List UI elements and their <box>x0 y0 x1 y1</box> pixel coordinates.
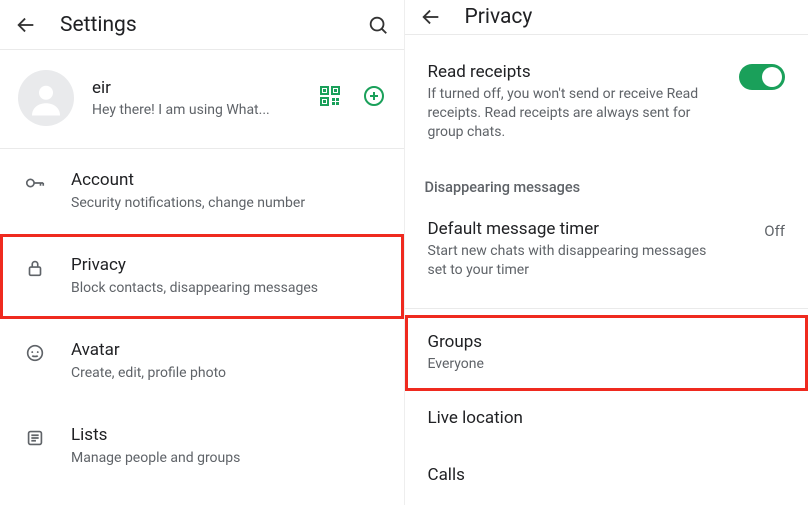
search-icon[interactable] <box>364 11 392 39</box>
privacy-title: Privacy <box>465 5 533 29</box>
profile-row[interactable]: eir Hey there! I am using What... <box>0 50 404 149</box>
profile-actions <box>318 84 386 112</box>
row-subtitle: Manage people and groups <box>71 449 240 468</box>
lock-icon <box>21 255 49 279</box>
privacy-appbar: Privacy <box>405 0 808 35</box>
back-icon[interactable] <box>417 3 445 31</box>
row-title: Account <box>71 170 305 190</box>
row-subtitle: Everyone <box>428 355 728 374</box>
settings-item-account[interactable]: Account Security notifications, change n… <box>0 149 404 234</box>
settings-item-avatar[interactable]: Avatar Create, edit, profile photo <box>0 319 404 404</box>
settings-appbar: Settings <box>0 0 404 50</box>
row-subtitle: Security notifications, change number <box>71 194 305 213</box>
back-icon[interactable] <box>12 11 40 39</box>
read-receipts-toggle[interactable] <box>739 64 785 90</box>
privacy-groups[interactable]: Groups Everyone <box>405 315 808 391</box>
privacy-live-location[interactable]: Live location <box>405 391 808 448</box>
privacy-pane: Privacy Read receipts If turned off, you… <box>405 0 808 505</box>
divider <box>405 308 808 309</box>
row-title: Groups <box>428 332 786 352</box>
row-title: Calls <box>428 465 786 485</box>
key-icon <box>21 170 49 194</box>
privacy-default-timer[interactable]: Default message timer Start new chats wi… <box>405 202 808 297</box>
qr-icon[interactable] <box>318 84 342 112</box>
settings-title: Settings <box>60 13 137 37</box>
row-title: Privacy <box>71 255 318 275</box>
settings-item-lists[interactable]: Lists Manage people and groups <box>0 404 404 489</box>
add-icon[interactable] <box>362 84 386 112</box>
default-timer-value: Off <box>764 219 785 240</box>
profile-text: eir Hey there! I am using What... <box>92 78 270 118</box>
profile-name: eir <box>92 78 270 98</box>
settings-pane: Settings eir Hey there! I am using What.… <box>0 0 405 505</box>
privacy-calls[interactable]: Calls <box>405 448 808 505</box>
row-subtitle: Block contacts, disappearing messages <box>71 279 318 298</box>
face-icon <box>21 340 49 364</box>
row-subtitle: Start new chats with disappearing messag… <box>428 242 728 280</box>
row-title: Live location <box>428 408 786 428</box>
row-title: Read receipts <box>428 62 724 82</box>
settings-item-privacy[interactable]: Privacy Block contacts, disappearing mes… <box>0 234 404 319</box>
row-title: Lists <box>71 425 240 445</box>
avatar <box>18 70 74 126</box>
privacy-read-receipts[interactable]: Read receipts If turned off, you won't s… <box>405 35 808 159</box>
row-title: Default message timer <box>428 219 749 239</box>
row-subtitle: If turned off, you won't send or receive… <box>428 85 724 142</box>
section-disappearing: Disappearing messages <box>405 159 808 202</box>
row-title: Avatar <box>71 340 226 360</box>
row-subtitle: Create, edit, profile photo <box>71 364 226 383</box>
lists-icon <box>21 425 49 449</box>
profile-status: Hey there! I am using What... <box>92 102 270 118</box>
